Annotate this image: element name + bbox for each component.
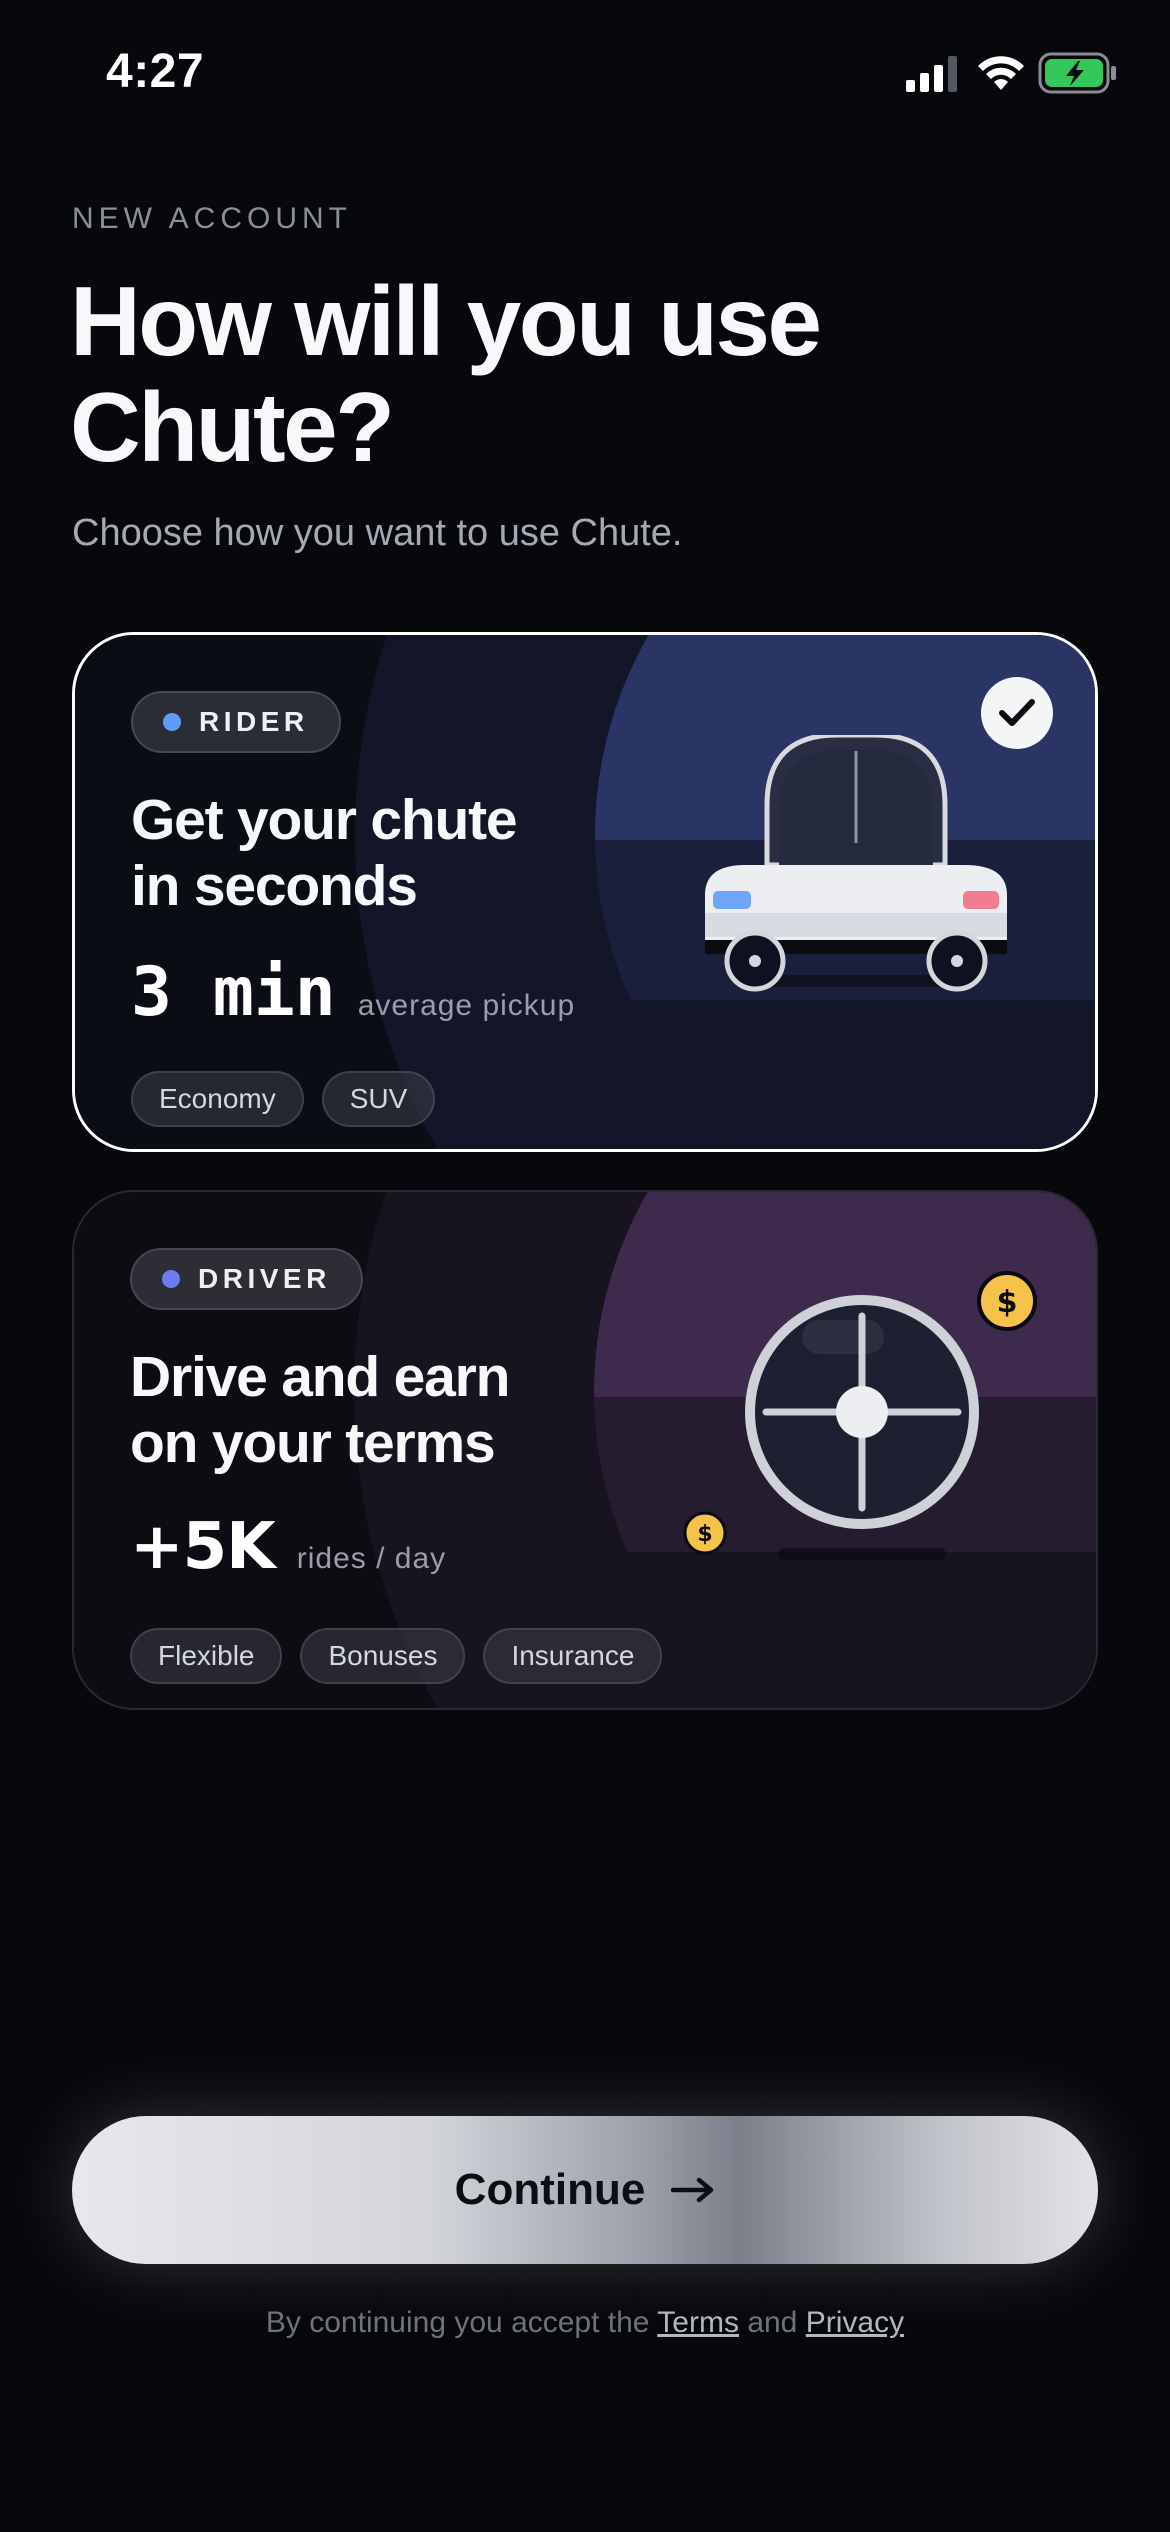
svg-text:$: $ [697,1522,712,1547]
status-bar: 4:27 [0,0,1170,150]
rider-role-pill: RIDER [131,691,341,753]
eyebrow-label: NEW ACCOUNT [72,202,352,235]
page-subtitle: Choose how you want to use Chute. [72,512,683,554]
coin-small-icon: $ [683,1511,727,1555]
arrow-right-icon [671,2177,714,2203]
privacy-link[interactable]: Privacy [806,2306,904,2339]
chip-flexible: Flexible [130,1628,283,1684]
driver-headline-line2: on your terms [130,1411,496,1475]
rider-stat: 3 min average pickup [131,953,575,1032]
chip-bonuses: Bonuses [300,1628,466,1684]
driver-stat-value: +5K [130,1510,276,1584]
battery-charging-icon [1038,52,1116,94]
status-time: 4:27 [106,45,205,98]
car-illustration [705,735,1007,992]
continue-label: Continue [454,2165,646,2214]
rider-stat-value: 3 min [131,953,336,1032]
continue-button[interactable]: Continue [72,2116,1098,2264]
rider-chips: Economy SUV [131,1071,453,1127]
steering-wheel-illustration [745,1295,979,1560]
svg-text:$: $ [997,1285,1018,1320]
rider-option-card[interactable]: RIDER Get your chute in seconds 3 min av… [72,632,1098,1152]
checkmark-icon [999,699,1035,726]
driver-role-pill: DRIVER [130,1248,363,1310]
driver-role-label: DRIVER [198,1263,331,1294]
rider-headline-line2: in seconds [131,854,418,918]
page-title: How will you use Chute? [70,266,822,482]
wifi-icon [978,56,1024,90]
driver-stat-caption: rides / day [296,1542,447,1575]
terms-link[interactable]: Terms [657,2306,739,2339]
driver-chips: Flexible Bonuses Insurance [130,1628,680,1684]
driver-dot-icon [162,1270,180,1288]
selected-check-badge [981,677,1053,749]
legal-notice: By continuing you accept the Terms and P… [0,2306,1170,2340]
rider-headline: Get your chute in seconds [131,787,651,919]
coin-large-icon: $ [977,1271,1037,1331]
chip-insurance: Insurance [483,1628,663,1684]
rider-headline-line1: Get your chute [131,788,518,852]
driver-option-card[interactable]: $ $ DRIVER Drive and earn on your terms … [72,1190,1098,1710]
rider-dot-icon [163,713,181,731]
legal-and: and [747,2306,798,2339]
cellular-signal-icon [906,56,957,92]
rider-stat-caption: average pickup [357,989,576,1022]
legal-prefix: By continuing you accept the [265,2306,650,2339]
rider-role-label: RIDER [199,706,309,737]
chip-economy: Economy [131,1071,304,1127]
chip-suv: SUV [321,1071,436,1127]
driver-stat: +5K rides / day [130,1510,446,1584]
driver-headline: Drive and earn on your terms [130,1344,650,1476]
driver-headline-line1: Drive and earn [130,1345,510,1409]
